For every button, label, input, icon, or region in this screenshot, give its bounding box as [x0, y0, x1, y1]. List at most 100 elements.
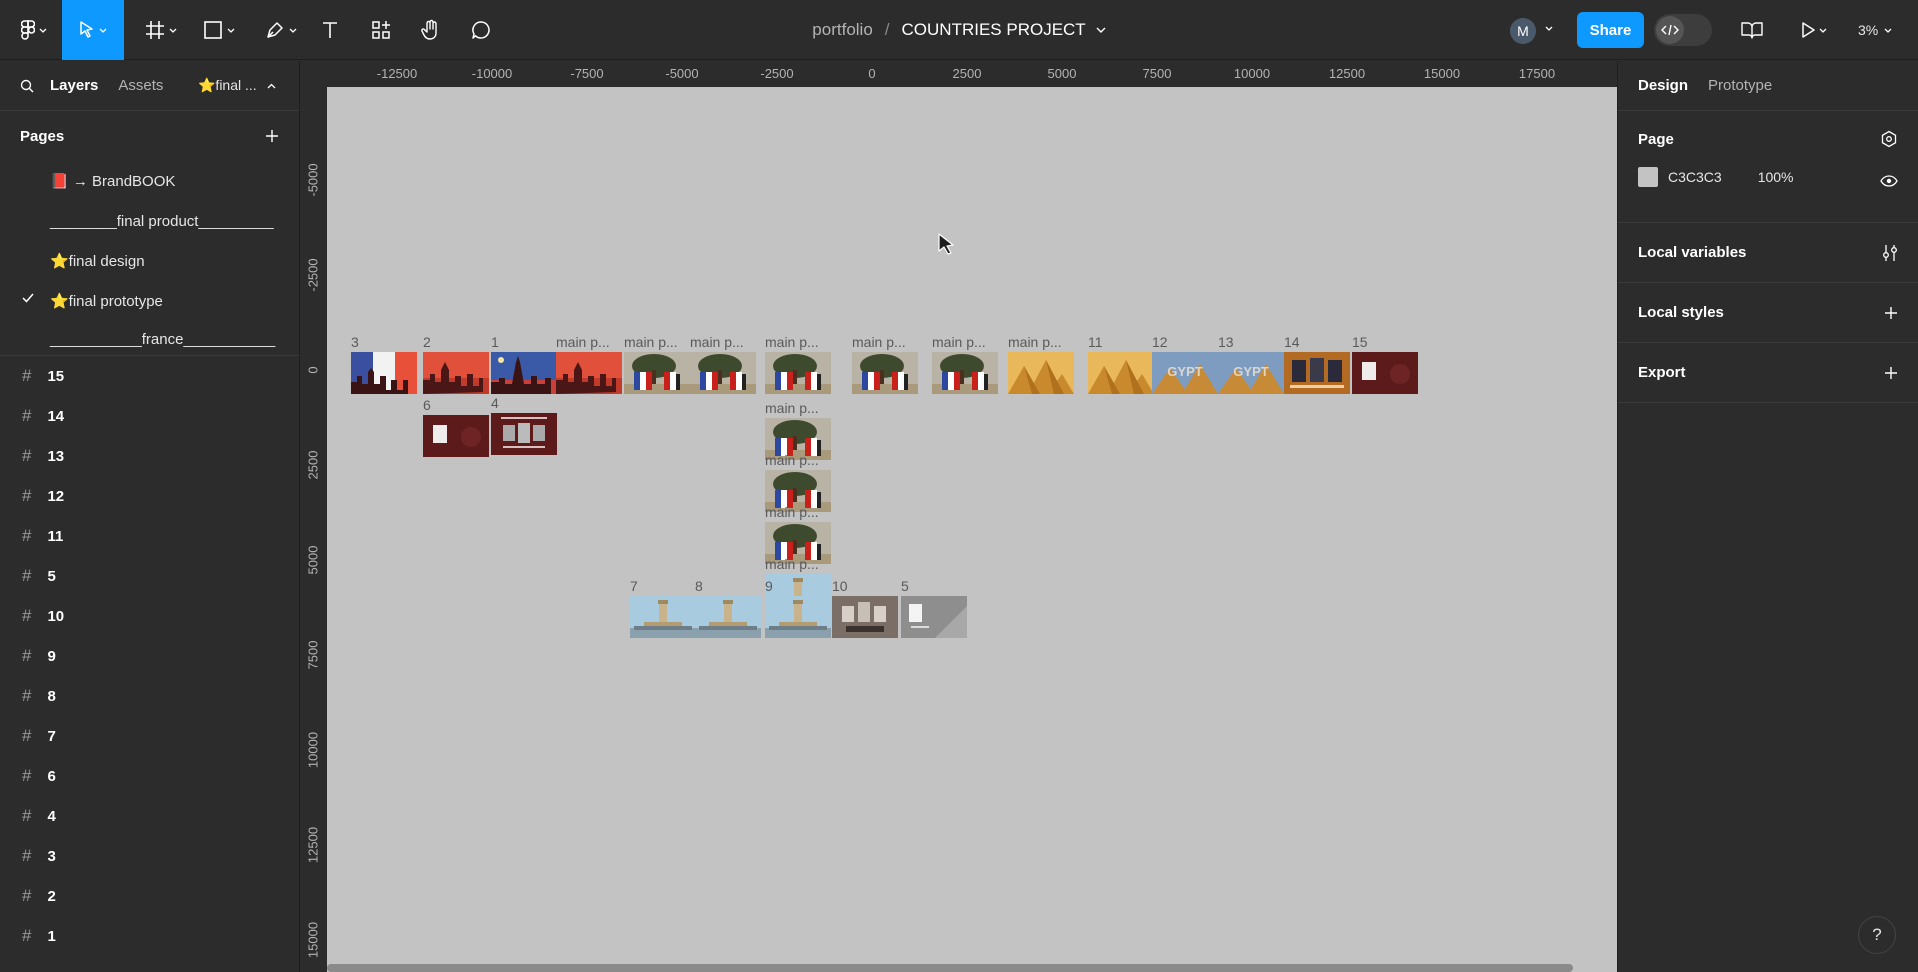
project-owner-link[interactable]: portfolio — [812, 20, 872, 40]
frame-tool[interactable] — [138, 0, 184, 60]
frame-thumbnail[interactable] — [1352, 352, 1418, 394]
frame-thumbnail[interactable] — [630, 596, 696, 638]
frame-thumbnail[interactable] — [624, 352, 690, 394]
frame-thumbnail[interactable]: GYPT — [1218, 352, 1284, 394]
layer-item[interactable]: #11 — [0, 516, 299, 556]
frame-label[interactable]: main p... — [690, 334, 744, 350]
frame-label[interactable]: main p... — [852, 334, 906, 350]
frame-label[interactable]: 1 — [491, 334, 499, 350]
sliders-icon[interactable] — [1882, 244, 1898, 262]
layer-item[interactable]: #8 — [0, 676, 299, 716]
horizontal-scrollbar[interactable] — [327, 964, 1573, 972]
frame-label[interactable]: 9 — [765, 578, 773, 594]
layer-item[interactable]: #9 — [0, 636, 299, 676]
layer-item[interactable]: #14 — [0, 396, 299, 436]
resources-tool[interactable] — [364, 0, 398, 60]
frame-thumbnail[interactable] — [765, 352, 831, 394]
frame-thumbnail[interactable] — [932, 352, 998, 394]
page-item-france[interactable]: ___________france___________ — [0, 321, 299, 355]
help-button[interactable]: ? — [1858, 916, 1896, 954]
page-item-final-product[interactable]: ________final product_________ — [0, 201, 299, 241]
frame-thumbnail[interactable] — [832, 596, 898, 638]
frame-thumbnail[interactable] — [690, 352, 756, 394]
dev-mode-toggle[interactable] — [1654, 14, 1712, 46]
chevron-down-icon[interactable] — [1545, 26, 1553, 31]
frame-thumbnail[interactable] — [491, 413, 557, 455]
page-fill-row[interactable]: C3C3C3 100% — [1638, 167, 1898, 187]
layer-item[interactable]: #1 — [0, 916, 299, 956]
frame-label[interactable]: main p... — [765, 400, 819, 416]
page-item-brandbook[interactable]: 📕 → BrandBOOK — [0, 161, 299, 201]
eye-icon[interactable] — [1880, 175, 1898, 187]
page-item-final-prototype[interactable]: ⭐final prototype — [0, 281, 299, 321]
layer-item[interactable]: #15 — [0, 356, 299, 396]
current-page-picker[interactable]: ⭐final ... — [198, 77, 276, 94]
frame-label[interactable]: main p... — [932, 334, 986, 350]
frame-label[interactable]: 14 — [1284, 334, 1300, 350]
frame-thumbnail[interactable] — [556, 352, 622, 394]
canvas[interactable]: 3 2 1 main p... main p... main p... main… — [327, 87, 1617, 972]
frame-thumbnail[interactable] — [765, 596, 831, 638]
layer-item[interactable]: #7 — [0, 716, 299, 756]
frame-thumbnail[interactable] — [852, 352, 918, 394]
frame-label[interactable]: 6 — [423, 397, 431, 413]
comment-tool[interactable] — [464, 0, 498, 60]
frame-label[interactable]: main p... — [556, 334, 610, 350]
tab-assets[interactable]: Assets — [118, 77, 163, 94]
page-fill-opacity[interactable]: 100% — [1758, 169, 1794, 185]
local-variables-section[interactable]: Local variables — [1618, 223, 1918, 283]
frame-label[interactable]: main p... — [624, 334, 678, 350]
frame-label[interactable]: 2 — [423, 334, 431, 350]
frame-label[interactable]: 8 — [695, 578, 703, 594]
tab-prototype[interactable]: Prototype — [1708, 77, 1772, 94]
frame-thumbnail[interactable] — [1088, 352, 1154, 394]
shape-tool[interactable] — [196, 0, 242, 60]
zoom-menu[interactable]: 3% — [1858, 0, 1892, 60]
frame-label[interactable]: main p... — [765, 452, 819, 468]
move-tool[interactable] — [62, 0, 124, 60]
layer-item[interactable]: #6 — [0, 756, 299, 796]
page-color-swatch[interactable] — [1638, 167, 1658, 187]
library-button[interactable] — [1736, 0, 1768, 60]
page-item-final-design[interactable]: ⭐final design — [0, 241, 299, 281]
frame-label[interactable]: main p... — [765, 556, 819, 572]
plus-icon[interactable] — [265, 129, 279, 143]
frame-label[interactable]: 5 — [901, 578, 909, 594]
frame-label[interactable]: main p... — [765, 504, 819, 520]
layer-item[interactable]: #10 — [0, 596, 299, 636]
file-name[interactable]: COUNTRIES PROJECT — [902, 20, 1086, 40]
frame-thumbnail[interactable] — [423, 415, 489, 457]
layer-item[interactable]: #5 — [0, 556, 299, 596]
hexagon-settings-icon[interactable] — [1880, 130, 1898, 148]
frame-thumbnail[interactable] — [1284, 352, 1350, 394]
page-fill-hex[interactable]: C3C3C3 — [1668, 169, 1722, 185]
frame-label[interactable]: 3 — [351, 334, 359, 350]
tab-design[interactable]: Design — [1638, 77, 1688, 94]
layer-item[interactable]: #12 — [0, 476, 299, 516]
frame-thumbnail[interactable]: GYPT — [1152, 352, 1218, 394]
main-menu-button[interactable] — [14, 0, 54, 60]
frame-label[interactable]: 12 — [1152, 334, 1168, 350]
plus-icon[interactable] — [1884, 366, 1898, 380]
chevron-down-icon[interactable] — [1096, 27, 1106, 33]
frame-label[interactable]: 13 — [1218, 334, 1234, 350]
layer-item[interactable]: #4 — [0, 796, 299, 836]
frame-label[interactable]: 11 — [1088, 334, 1103, 350]
export-section[interactable]: Export — [1618, 343, 1918, 403]
present-button[interactable] — [1794, 0, 1834, 60]
plus-icon[interactable] — [1884, 306, 1898, 320]
pen-tool[interactable] — [258, 0, 304, 60]
tab-layers[interactable]: Layers — [50, 77, 98, 94]
layer-item[interactable]: #3 — [0, 836, 299, 876]
frame-label[interactable]: 10 — [832, 578, 848, 594]
layer-item[interactable]: #2 — [0, 876, 299, 916]
frame-thumbnail[interactable] — [491, 352, 557, 394]
layer-item[interactable]: #13 — [0, 436, 299, 476]
share-button[interactable]: Share — [1577, 12, 1644, 48]
frame-label[interactable]: 7 — [630, 578, 638, 594]
frame-thumbnail[interactable] — [423, 352, 489, 394]
text-tool[interactable] — [314, 0, 346, 60]
frame-label[interactable]: 4 — [491, 395, 499, 411]
frame-thumbnail[interactable] — [351, 352, 417, 394]
local-styles-section[interactable]: Local styles — [1618, 283, 1918, 343]
